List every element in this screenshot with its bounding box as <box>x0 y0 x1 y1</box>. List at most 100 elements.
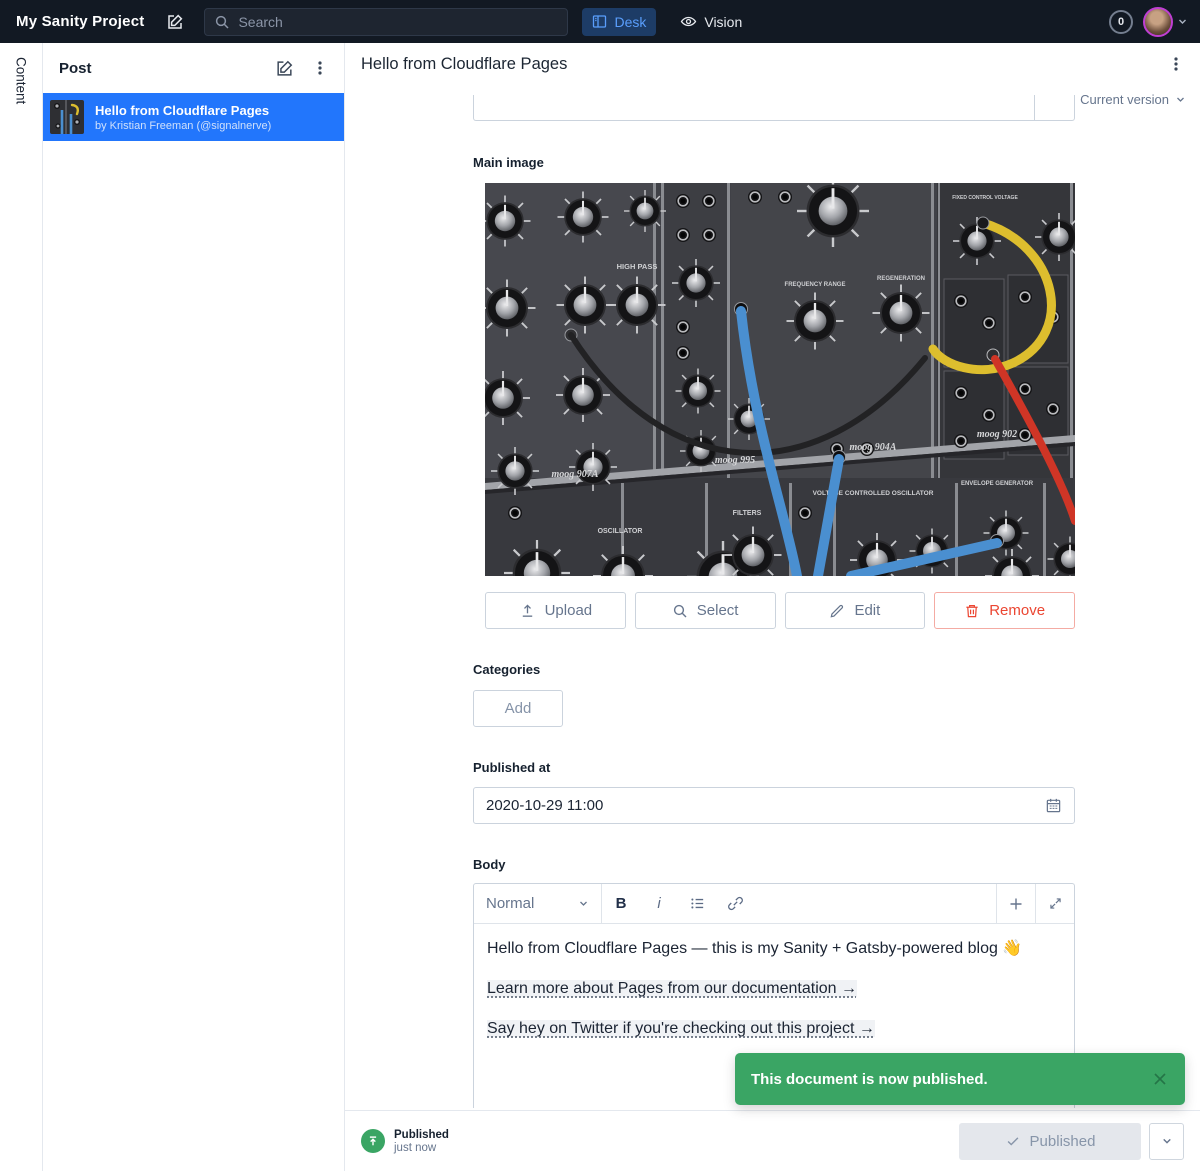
expand-editor-button[interactable] <box>1035 884 1074 923</box>
body-link-docs[interactable]: Learn more about Pages from our document… <box>487 980 857 997</box>
remove-button[interactable]: Remove <box>934 592 1075 629</box>
app-frame: Content Post <box>0 43 1200 1171</box>
synth-label-moog-902: moog 902 <box>977 429 1017 440</box>
add-category-button[interactable]: Add <box>473 690 563 727</box>
upload-button-label: Upload <box>545 602 593 619</box>
publish-button[interactable]: Published <box>959 1123 1141 1160</box>
synth-label-filters: FILTERS <box>733 510 762 517</box>
tab-vision-label: Vision <box>704 14 742 30</box>
body-label: Body <box>473 857 1075 873</box>
notifications-badge[interactable]: 0 <box>1109 10 1133 34</box>
publish-toast-message: This document is now published. <box>751 1071 988 1088</box>
select-button[interactable]: Select <box>635 592 776 629</box>
bold-button[interactable]: B <box>602 884 640 923</box>
search-input[interactable] <box>204 8 568 36</box>
body-paragraph: Say hey on Twitter if you're checking ou… <box>487 1018 1061 1039</box>
editor-toolbar: Normal B i <box>474 884 1074 924</box>
calendar-icon[interactable] <box>1045 797 1062 814</box>
avatar[interactable] <box>1143 7 1173 37</box>
content-rail[interactable]: Content <box>0 43 43 1171</box>
document-pane: Hello from Cloudflare Pages Current vers… <box>345 43 1200 1171</box>
document-footer: Published just now Published <box>345 1110 1200 1171</box>
published-at-input[interactable]: 2020-10-29 11:00 <box>473 787 1075 824</box>
published-at-label: Published at <box>473 760 1075 776</box>
add-category-label: Add <box>505 700 532 717</box>
edit-button[interactable]: Edit <box>785 592 926 629</box>
image-actions: Upload Select Edit <box>485 592 1075 629</box>
expand-icon <box>1048 896 1063 911</box>
version-selector-label: Current version <box>1080 92 1169 107</box>
synth-label-frequency-range: FREQUENCY RANGE <box>785 282 846 288</box>
list-pane-title: Post <box>59 60 257 77</box>
published-at-value: 2020-10-29 11:00 <box>486 797 1045 814</box>
synth-label-oscillator: OSCILLATOR <box>598 528 643 535</box>
chevron-down-icon <box>578 898 589 909</box>
publish-status-icon <box>361 1129 385 1153</box>
search-icon <box>214 14 230 30</box>
text-style-select[interactable]: Normal <box>474 884 602 923</box>
upload-button[interactable]: Upload <box>485 592 626 629</box>
link-icon <box>727 895 744 912</box>
trash-icon <box>964 603 980 619</box>
synth-label-envelope: ENVELOPE GENERATOR <box>961 481 1034 487</box>
italic-button[interactable]: i <box>640 884 678 923</box>
body-paragraph: Learn more about Pages from our document… <box>487 978 1061 999</box>
main-image-preview[interactable]: HIGH PASS FREQUENCY RANGE REGENERATION F… <box>485 183 1075 576</box>
plus-icon <box>1008 896 1024 912</box>
body-paragraph[interactable]: Hello from Cloudflare Pages — this is my… <box>487 938 1061 959</box>
publish-status-title: Published <box>394 1128 449 1142</box>
chevron-down-icon <box>1161 1135 1173 1147</box>
edit-button-label: Edit <box>854 602 880 619</box>
check-icon <box>1005 1133 1021 1149</box>
synth-photo: HIGH PASS FREQUENCY RANGE REGENERATION F… <box>485 183 1075 576</box>
select-button-label: Select <box>697 602 739 619</box>
tab-desk-label: Desk <box>614 14 646 30</box>
post-thumbnail <box>50 100 84 134</box>
synth-label-regeneration: REGENERATION <box>877 276 925 282</box>
new-document-icon[interactable] <box>275 59 294 78</box>
chevron-down-icon[interactable] <box>1177 16 1188 27</box>
publish-button-label: Published <box>1030 1133 1096 1150</box>
insert-block-button[interactable] <box>996 884 1035 923</box>
close-icon[interactable] <box>1151 1070 1169 1088</box>
compose-icon[interactable] <box>166 13 184 31</box>
document-header: Hello from Cloudflare Pages <box>345 43 1200 85</box>
eye-icon <box>680 13 697 30</box>
topbar: My Sanity Project Desk Vision 0 <box>0 0 1200 43</box>
publish-menu-button[interactable] <box>1149 1123 1184 1160</box>
clipped-slug-field[interactable] <box>473 95 1075 121</box>
search-icon <box>672 603 688 619</box>
categories-label: Categories <box>473 662 1075 678</box>
document-form: Main image <box>473 155 1075 1108</box>
document-menu-icon[interactable] <box>1168 55 1184 73</box>
synth-label-moog-904a: moog 904A <box>850 442 897 453</box>
search-field[interactable] <box>238 14 558 30</box>
post-item-subtitle: by Kristian Freeman (@signalnerve) <box>95 119 271 133</box>
post-item-text: Hello from Cloudflare Pages by Kristian … <box>95 102 271 133</box>
list-pane: Post <box>43 43 345 1171</box>
main-image-label: Main image <box>473 155 1075 171</box>
synth-label-moog-995: moog 995 <box>715 455 755 466</box>
body-link-twitter[interactable]: Say hey on Twitter if you're checking ou… <box>487 1020 875 1037</box>
list-pane-header: Post <box>43 43 344 93</box>
bullet-list-icon <box>689 895 706 912</box>
desk-icon <box>592 14 607 29</box>
list-menu-icon[interactable] <box>312 59 328 77</box>
tab-vision[interactable]: Vision <box>670 8 752 36</box>
pencil-icon <box>829 603 845 619</box>
version-selector[interactable]: Current version <box>1080 92 1186 107</box>
editor-content[interactable]: Hello from Cloudflare Pages — this is my… <box>474 924 1074 1072</box>
tab-desk[interactable]: Desk <box>582 8 656 36</box>
list-item-post[interactable]: Hello from Cloudflare Pages by Kristian … <box>43 93 344 141</box>
remove-button-label: Remove <box>989 602 1045 619</box>
post-item-title: Hello from Cloudflare Pages <box>95 102 271 119</box>
publish-status-time: just now <box>394 1142 449 1155</box>
bullet-list-button[interactable] <box>678 884 716 923</box>
content-rail-label: Content <box>14 57 29 1171</box>
document-title: Hello from Cloudflare Pages <box>361 55 1168 74</box>
synth-label-fixed-cv: FIXED CONTROL VOLTAGE <box>952 195 1018 201</box>
editor-toolbar-right <box>996 884 1074 923</box>
chevron-down-icon <box>1175 94 1186 105</box>
link-button[interactable] <box>716 884 754 923</box>
upload-icon <box>519 602 536 619</box>
